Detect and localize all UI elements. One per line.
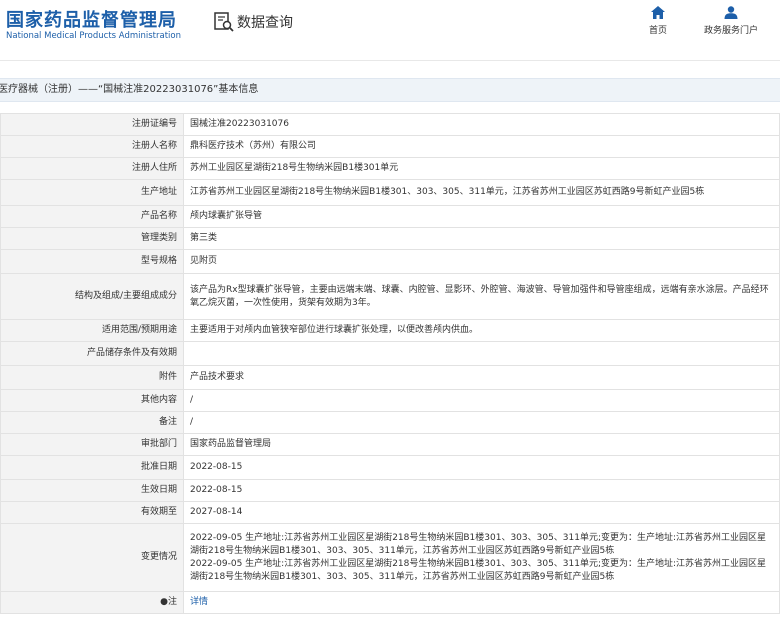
table-row: 有效期至 2027-08-14 bbox=[0, 501, 780, 524]
field-label: 结构及组成/主要组成成分 bbox=[0, 273, 184, 320]
field-value: 颅内球囊扩张导管 bbox=[183, 205, 780, 228]
field-label: 型号规格 bbox=[0, 249, 184, 274]
field-value: 见附页 bbox=[183, 249, 780, 274]
home-icon bbox=[651, 6, 665, 19]
site-header: 国家药品监督管理局 National Medical Products Admi… bbox=[0, 0, 780, 60]
header-divider bbox=[0, 60, 780, 61]
nav-service-portal[interactable]: 政务服务门户 bbox=[694, 6, 768, 36]
detail-title-bar: 医疗器械（注册）——“国械注准20223031076”基本信息 bbox=[0, 78, 780, 102]
field-label: 注册人名称 bbox=[0, 135, 184, 158]
field-label: 适用范围/预期用途 bbox=[0, 319, 184, 342]
table-row: 生产地址 江苏省苏州工业园区星湖街218号生物纳米园B1楼301、303、305、… bbox=[0, 179, 780, 206]
field-value: 2022-09-05 生产地址:江苏省苏州工业园区星湖街218号生物纳米园B1楼… bbox=[183, 523, 780, 592]
field-value: 2022-08-15 bbox=[183, 479, 780, 502]
field-value bbox=[183, 341, 780, 366]
field-value: 产品技术要求 bbox=[183, 365, 780, 390]
detail-title: 医疗器械（注册）——“国械注准20223031076”基本信息 bbox=[0, 84, 259, 95]
field-label: 管理类别 bbox=[0, 227, 184, 250]
field-value: 2022-08-15 bbox=[183, 455, 780, 480]
field-value: / bbox=[183, 389, 780, 412]
table-row: 注册人住所 苏州工业园区星湖街218号生物纳米园B1楼301单元 bbox=[0, 157, 780, 180]
data-query-link[interactable]: 数据查询 bbox=[213, 11, 293, 33]
table-row: 结构及组成/主要组成成分 该产品为Rx型球囊扩张导管，主要由远端末端、球囊、内腔管… bbox=[0, 273, 780, 320]
field-value: 主要适用于对颅内血管狭窄部位进行球囊扩张处理，以便改善颅内供血。 bbox=[183, 319, 780, 342]
table-row: 变更情况 2022-09-05 生产地址:江苏省苏州工业园区星湖街218号生物纳米… bbox=[0, 523, 780, 592]
search-document-icon bbox=[214, 12, 234, 32]
field-value: 江苏省苏州工业园区星湖街218号生物纳米园B1楼301、303、305、311单… bbox=[183, 179, 780, 206]
field-label: 生产地址 bbox=[0, 179, 184, 206]
site-logo-english: National Medical Products Administration bbox=[6, 31, 181, 41]
field-label: 生效日期 bbox=[0, 479, 184, 502]
field-value: 该产品为Rx型球囊扩张导管，主要由远端末端、球囊、内腔管、显影环、外腔管、海波管… bbox=[183, 273, 780, 320]
field-value: 国械注准20223031076 bbox=[183, 113, 780, 136]
registration-info-table: 注册证编号 国械注准20223031076 注册人名称 鼎科医疗技术（苏州）有限公司注… bbox=[0, 113, 780, 614]
table-row: 其他内容 / bbox=[0, 389, 780, 412]
user-icon bbox=[724, 6, 738, 19]
table-row: 备注 / bbox=[0, 411, 780, 434]
table-row: 审批部门 国家药品监督管理局 bbox=[0, 433, 780, 456]
table-row: 适用范围/预期用途 主要适用于对颅内血管狭窄部位进行球囊扩张处理，以便改善颅内供血… bbox=[0, 319, 780, 342]
field-value: 详情 bbox=[183, 591, 780, 614]
table-row: 管理类别 第三类 bbox=[0, 227, 780, 250]
field-value: / bbox=[183, 411, 780, 434]
table-row: 注册证编号 国械注准20223031076 bbox=[0, 113, 780, 136]
field-label: 产品储存条件及有效期 bbox=[0, 341, 184, 366]
site-logo[interactable]: 国家药品监督管理局 bbox=[6, 6, 177, 32]
table-row: 批准日期 2022-08-15 bbox=[0, 455, 780, 480]
nav-portal-label: 政务服务门户 bbox=[703, 26, 758, 36]
field-label: 批准日期 bbox=[0, 455, 184, 480]
field-label: 变更情况 bbox=[0, 523, 184, 592]
nav-home[interactable]: 首页 bbox=[642, 6, 674, 36]
data-query-label: 数据查询 bbox=[237, 15, 293, 31]
field-label: 备注 bbox=[0, 411, 184, 434]
table-row: ●注 详情 bbox=[0, 591, 780, 614]
table-row: 附件 产品技术要求 bbox=[0, 365, 780, 390]
field-label: 产品名称 bbox=[0, 205, 184, 228]
table-row: 生效日期 2022-08-15 bbox=[0, 479, 780, 502]
field-label: 审批部门 bbox=[0, 433, 184, 456]
field-label: 注册证编号 bbox=[0, 113, 184, 136]
field-label: 注册人住所 bbox=[0, 157, 184, 180]
table-row: 注册人名称 鼎科医疗技术（苏州）有限公司 bbox=[0, 135, 780, 158]
field-value: 苏州工业园区星湖街218号生物纳米园B1楼301单元 bbox=[183, 157, 780, 180]
field-label: ●注 bbox=[0, 591, 184, 614]
details-link[interactable]: 详情 bbox=[190, 597, 208, 607]
table-row: 型号规格 见附页 bbox=[0, 249, 780, 274]
table-row: 产品储存条件及有效期 bbox=[0, 341, 780, 366]
field-label: 有效期至 bbox=[0, 501, 184, 524]
field-value: 2027-08-14 bbox=[183, 501, 780, 524]
field-label: 附件 bbox=[0, 365, 184, 390]
table-row: 产品名称 颅内球囊扩张导管 bbox=[0, 205, 780, 228]
nav-home-label: 首页 bbox=[648, 26, 667, 36]
field-value: 国家药品监督管理局 bbox=[183, 433, 780, 456]
field-value: 鼎科医疗技术（苏州）有限公司 bbox=[183, 135, 780, 158]
field-value: 第三类 bbox=[183, 227, 780, 250]
field-label: 其他内容 bbox=[0, 389, 184, 412]
